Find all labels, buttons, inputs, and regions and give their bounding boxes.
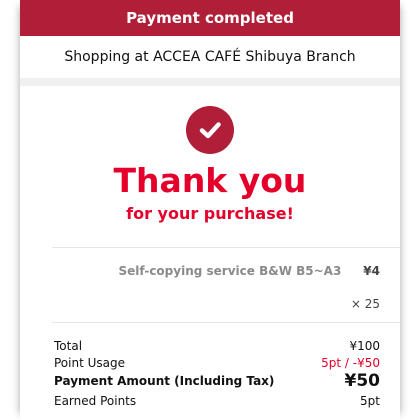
total-label: Total [54, 339, 83, 353]
thank-you-heading: Thank you [113, 161, 307, 200]
line-item: Self-copying service B&W B5~A3 ¥4 [20, 248, 400, 294]
item-name: Self-copying service B&W B5~A3 [118, 264, 342, 278]
check-circle-icon [186, 106, 234, 154]
receipt-screen: Payment completed Shopping at ACCEA CAFÉ… [20, 0, 400, 420]
page-title: Payment completed [126, 9, 294, 27]
point-usage-label: Point Usage [54, 356, 125, 370]
confirmation-hero: Thank you for your purchase! [20, 86, 400, 223]
payment-amount-value: ¥50 [344, 371, 381, 391]
payment-amount-label: Payment Amount (Including Tax) [54, 374, 275, 388]
header-bar: Payment completed [20, 0, 400, 36]
earned-points-label: Earned Points [54, 394, 137, 408]
section-gap [20, 78, 400, 86]
earned-points-value: 5pt [360, 394, 380, 408]
thank-you-subtitle: for your purchase! [126, 204, 294, 223]
item-price: ¥4 [363, 264, 380, 278]
total-row: Total ¥100 [54, 337, 380, 355]
payment-amount-row: Payment Amount (Including Tax) ¥50 [54, 371, 380, 391]
store-bar: Shopping at ACCEA CAFÉ Shibuya Branch [20, 36, 400, 78]
total-value: ¥100 [349, 339, 380, 353]
checkmark-icon [199, 122, 221, 139]
point-usage-value: 5pt / -¥50 [321, 356, 380, 370]
totals-section: Total ¥100 Point Usage 5pt / -¥50 Paymen… [20, 323, 400, 411]
earned-points-row: Earned Points 5pt [54, 391, 380, 411]
point-usage-row: Point Usage 5pt / -¥50 [54, 355, 380, 371]
item-quantity: × 25 [350, 297, 380, 311]
store-label: Shopping at ACCEA CAFÉ Shibuya Branch [64, 49, 356, 65]
